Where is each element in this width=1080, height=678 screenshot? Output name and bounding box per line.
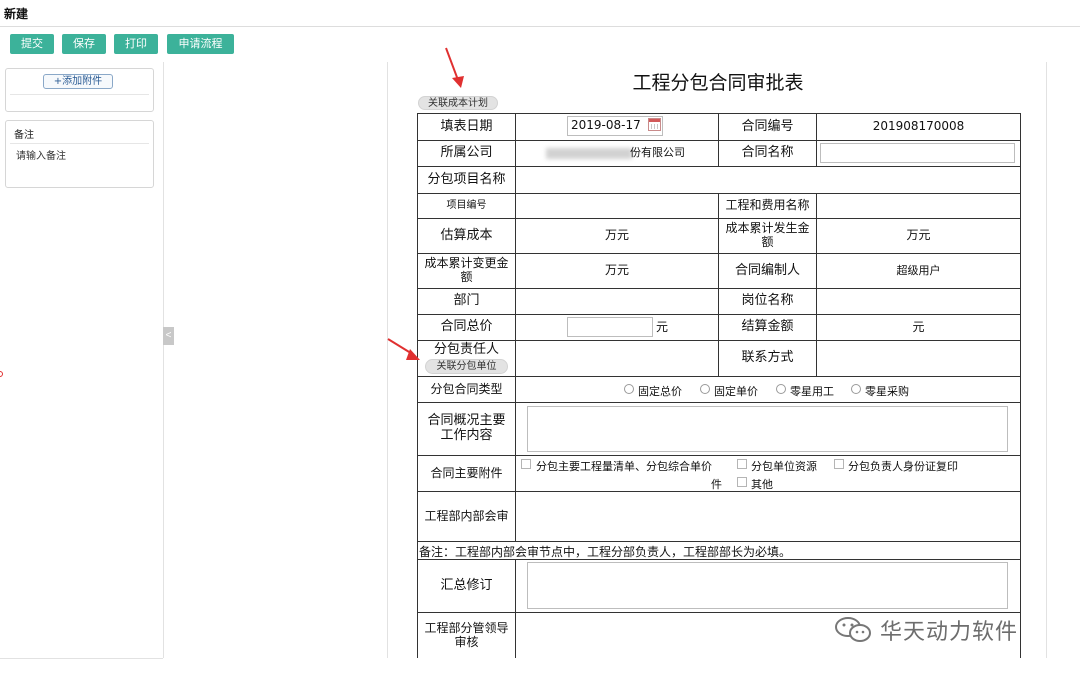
arrow-icon — [445, 47, 464, 88]
watermark-text: 华天动力软件 — [880, 620, 1019, 645]
arrow-icon — [387, 338, 420, 360]
wechat-icon — [834, 615, 874, 645]
watermark: 华天动力软件 — [834, 613, 1018, 647]
annotation-arrows — [387, 47, 464, 360]
